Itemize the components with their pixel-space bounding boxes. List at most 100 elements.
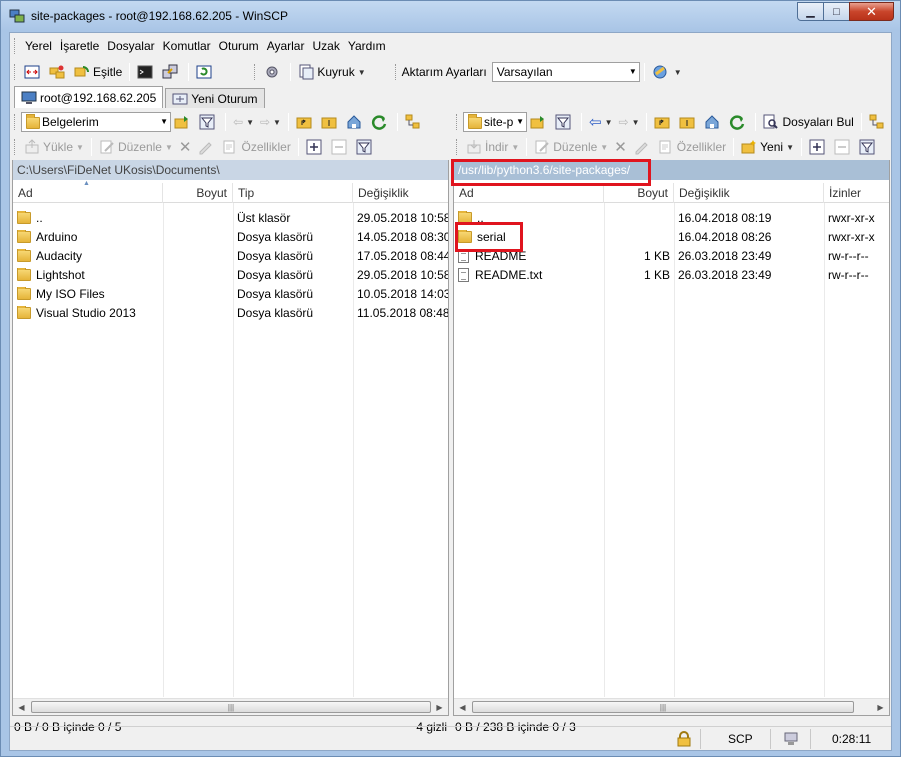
menu-grip[interactable] <box>14 38 17 54</box>
refresh-session-button[interactable] <box>193 61 218 83</box>
right-filter-select-button[interactable] <box>856 136 881 158</box>
right-filter-button[interactable] <box>552 111 577 133</box>
menu-oturum[interactable]: Oturum <box>215 39 263 53</box>
file-name: Arduino <box>36 229 78 244</box>
scroll-left-arrow-icon[interactable]: ◀ <box>13 699 30 716</box>
right-refresh-button[interactable] <box>726 111 751 133</box>
col-size[interactable]: Boyut <box>604 183 674 203</box>
left-root-dir-button[interactable] <box>318 111 343 133</box>
file-row[interactable]: Arduino Dosya klasörü 14.05.2018 08:30 <box>13 227 448 246</box>
close-button[interactable]: ✕ <box>849 2 894 21</box>
left-refresh-button[interactable] <box>368 111 393 133</box>
file-row[interactable]: README.txt 1 KB 26.03.2018 23:49 rw-r--r… <box>454 265 889 284</box>
putty-button[interactable] <box>159 61 184 83</box>
left-forward-button[interactable]: ⇨ ▼ <box>257 111 284 133</box>
right-home-button[interactable] <box>701 111 726 133</box>
col-modified[interactable]: Değişiklik <box>353 183 448 203</box>
col-modified[interactable]: Değişiklik <box>674 183 824 203</box>
left-filter-select-button[interactable] <box>353 136 378 158</box>
toolbar-grip[interactable] <box>456 114 459 130</box>
menu-uzak[interactable]: Uzak <box>308 39 343 53</box>
right-edit-button[interactable]: Düzenle ▼ <box>531 136 611 158</box>
file-row[interactable]: Audacity Dosya klasörü 17.05.2018 08:44 <box>13 246 448 265</box>
left-location-select[interactable]: Belgelerim ▼ <box>21 112 171 132</box>
file-row[interactable]: My ISO Files Dosya klasörü 10.05.2018 14… <box>13 284 448 303</box>
queue-button[interactable]: Kuyruk ▼ <box>295 61 368 83</box>
file-row[interactable]: Lightshot Dosya klasörü 29.05.2018 10:58 <box>13 265 448 284</box>
menu-komutlar[interactable]: Komutlar <box>159 39 215 53</box>
toolbar-grip[interactable] <box>456 139 459 155</box>
left-edit-button[interactable]: Düzenle ▼ <box>96 136 176 158</box>
left-parent-dir-button[interactable] <box>293 111 318 133</box>
minimize-button[interactable]: ▁ <box>797 2 824 21</box>
lock-icon[interactable] <box>677 731 691 750</box>
left-filter-button[interactable] <box>196 111 221 133</box>
col-size[interactable]: Boyut <box>163 183 233 203</box>
file-row[interactable]: Visual Studio 2013 Dosya klasörü 11.05.2… <box>13 303 448 322</box>
toolbar-grip[interactable] <box>14 64 17 80</box>
left-back-button[interactable]: ⇦ ▼ <box>230 111 257 133</box>
toolbar-grip[interactable] <box>394 64 398 80</box>
col-type[interactable]: Tip <box>233 183 353 203</box>
title-bar[interactable]: site-packages - root@192.168.62.205 - Wi… <box>1 1 900 31</box>
maximize-button[interactable]: □ <box>823 2 850 21</box>
left-select-all-button[interactable] <box>303 136 328 158</box>
right-open-dir-button[interactable] <box>527 111 552 133</box>
left-home-button[interactable] <box>343 111 368 133</box>
right-back-button[interactable]: ⇦ ▼ <box>586 111 616 133</box>
menu-isaretle[interactable]: İşaretle <box>56 39 103 53</box>
tab-session-root[interactable]: root@192.168.62.205 <box>14 86 164 108</box>
right-delete-button[interactable]: ✕ <box>611 136 630 158</box>
client-area: Yerel İşaretle Dosyalar Komutlar Oturum … <box>9 32 892 751</box>
right-forward-button[interactable]: ⇨ ▼ <box>616 111 643 133</box>
col-name[interactable]: Ad ▲ <box>13 180 163 203</box>
left-rename-button[interactable] <box>194 136 219 158</box>
sync-browse-button[interactable] <box>46 61 71 83</box>
left-properties-button[interactable]: Özellikler <box>219 136 293 158</box>
preferences-button[interactable] <box>261 61 286 83</box>
menu-yerel[interactable]: Yerel <box>21 39 56 53</box>
scroll-thumb[interactable]: ||| <box>472 701 854 713</box>
menu-ayarlar[interactable]: Ayarlar <box>263 39 309 53</box>
scroll-right-arrow-icon[interactable]: ▶ <box>431 699 448 716</box>
right-root-dir-button[interactable] <box>676 111 701 133</box>
toolbar-grip[interactable] <box>14 114 17 130</box>
left-deselect-button[interactable] <box>328 136 353 158</box>
toolbar-grip[interactable] <box>14 139 17 155</box>
local-path-bar[interactable]: C:\Users\FiDeNet UKosis\Documents\ <box>13 160 448 180</box>
menu-dosyalar[interactable]: Dosyalar <box>103 39 158 53</box>
network-icon[interactable] <box>783 731 799 750</box>
col-rights[interactable]: İzinler <box>824 183 889 203</box>
find-files-button[interactable]: Dosyaları Bul <box>760 111 856 133</box>
tab-new-session[interactable]: Yeni Oturum <box>165 88 265 108</box>
right-parent-dir-button[interactable] <box>651 111 676 133</box>
compare-dirs-button[interactable] <box>21 61 46 83</box>
left-tree-button[interactable] <box>402 111 427 133</box>
right-properties-button[interactable]: Özellikler <box>655 136 729 158</box>
file-row[interactable]: .. Üst klasör 29.05.2018 10:58 <box>13 208 448 227</box>
scroll-right-arrow-icon[interactable]: ▶ <box>872 699 889 716</box>
menu-yardim[interactable]: Yardım <box>344 39 390 53</box>
right-tree-button[interactable] <box>866 111 891 133</box>
transfer-options-button[interactable]: ▼ <box>649 61 685 83</box>
synchronize-button[interactable]: Eşitle <box>71 61 125 83</box>
transfer-preset-select[interactable]: Varsayılan ▼ <box>491 62 640 82</box>
scroll-thumb[interactable]: ||| <box>31 701 431 713</box>
new-button[interactable]: Yeni ▼ <box>738 136 797 158</box>
remote-horizontal-scrollbar[interactable]: ◀ ||| ▶ <box>454 698 889 715</box>
download-button[interactable]: İndir ▼ <box>463 136 522 158</box>
scroll-left-arrow-icon[interactable]: ◀ <box>454 699 471 716</box>
right-deselect-button[interactable] <box>831 136 856 158</box>
toolbar-grip[interactable] <box>254 64 257 80</box>
right-location-select[interactable]: site-p ▼ <box>463 112 527 132</box>
folder-icon <box>26 114 40 129</box>
left-open-dir-button[interactable] <box>171 111 196 133</box>
right-rename-button[interactable] <box>630 136 655 158</box>
local-horizontal-scrollbar[interactable]: ◀ ||| ▶ <box>13 698 448 715</box>
col-name[interactable]: Ad <box>454 183 604 203</box>
terminal-button[interactable] <box>134 61 159 83</box>
folder-icon <box>17 267 31 281</box>
right-select-all-button[interactable] <box>806 136 831 158</box>
upload-button[interactable]: Yükle ▼ <box>21 136 87 158</box>
left-delete-button[interactable]: ✕ <box>176 136 195 158</box>
